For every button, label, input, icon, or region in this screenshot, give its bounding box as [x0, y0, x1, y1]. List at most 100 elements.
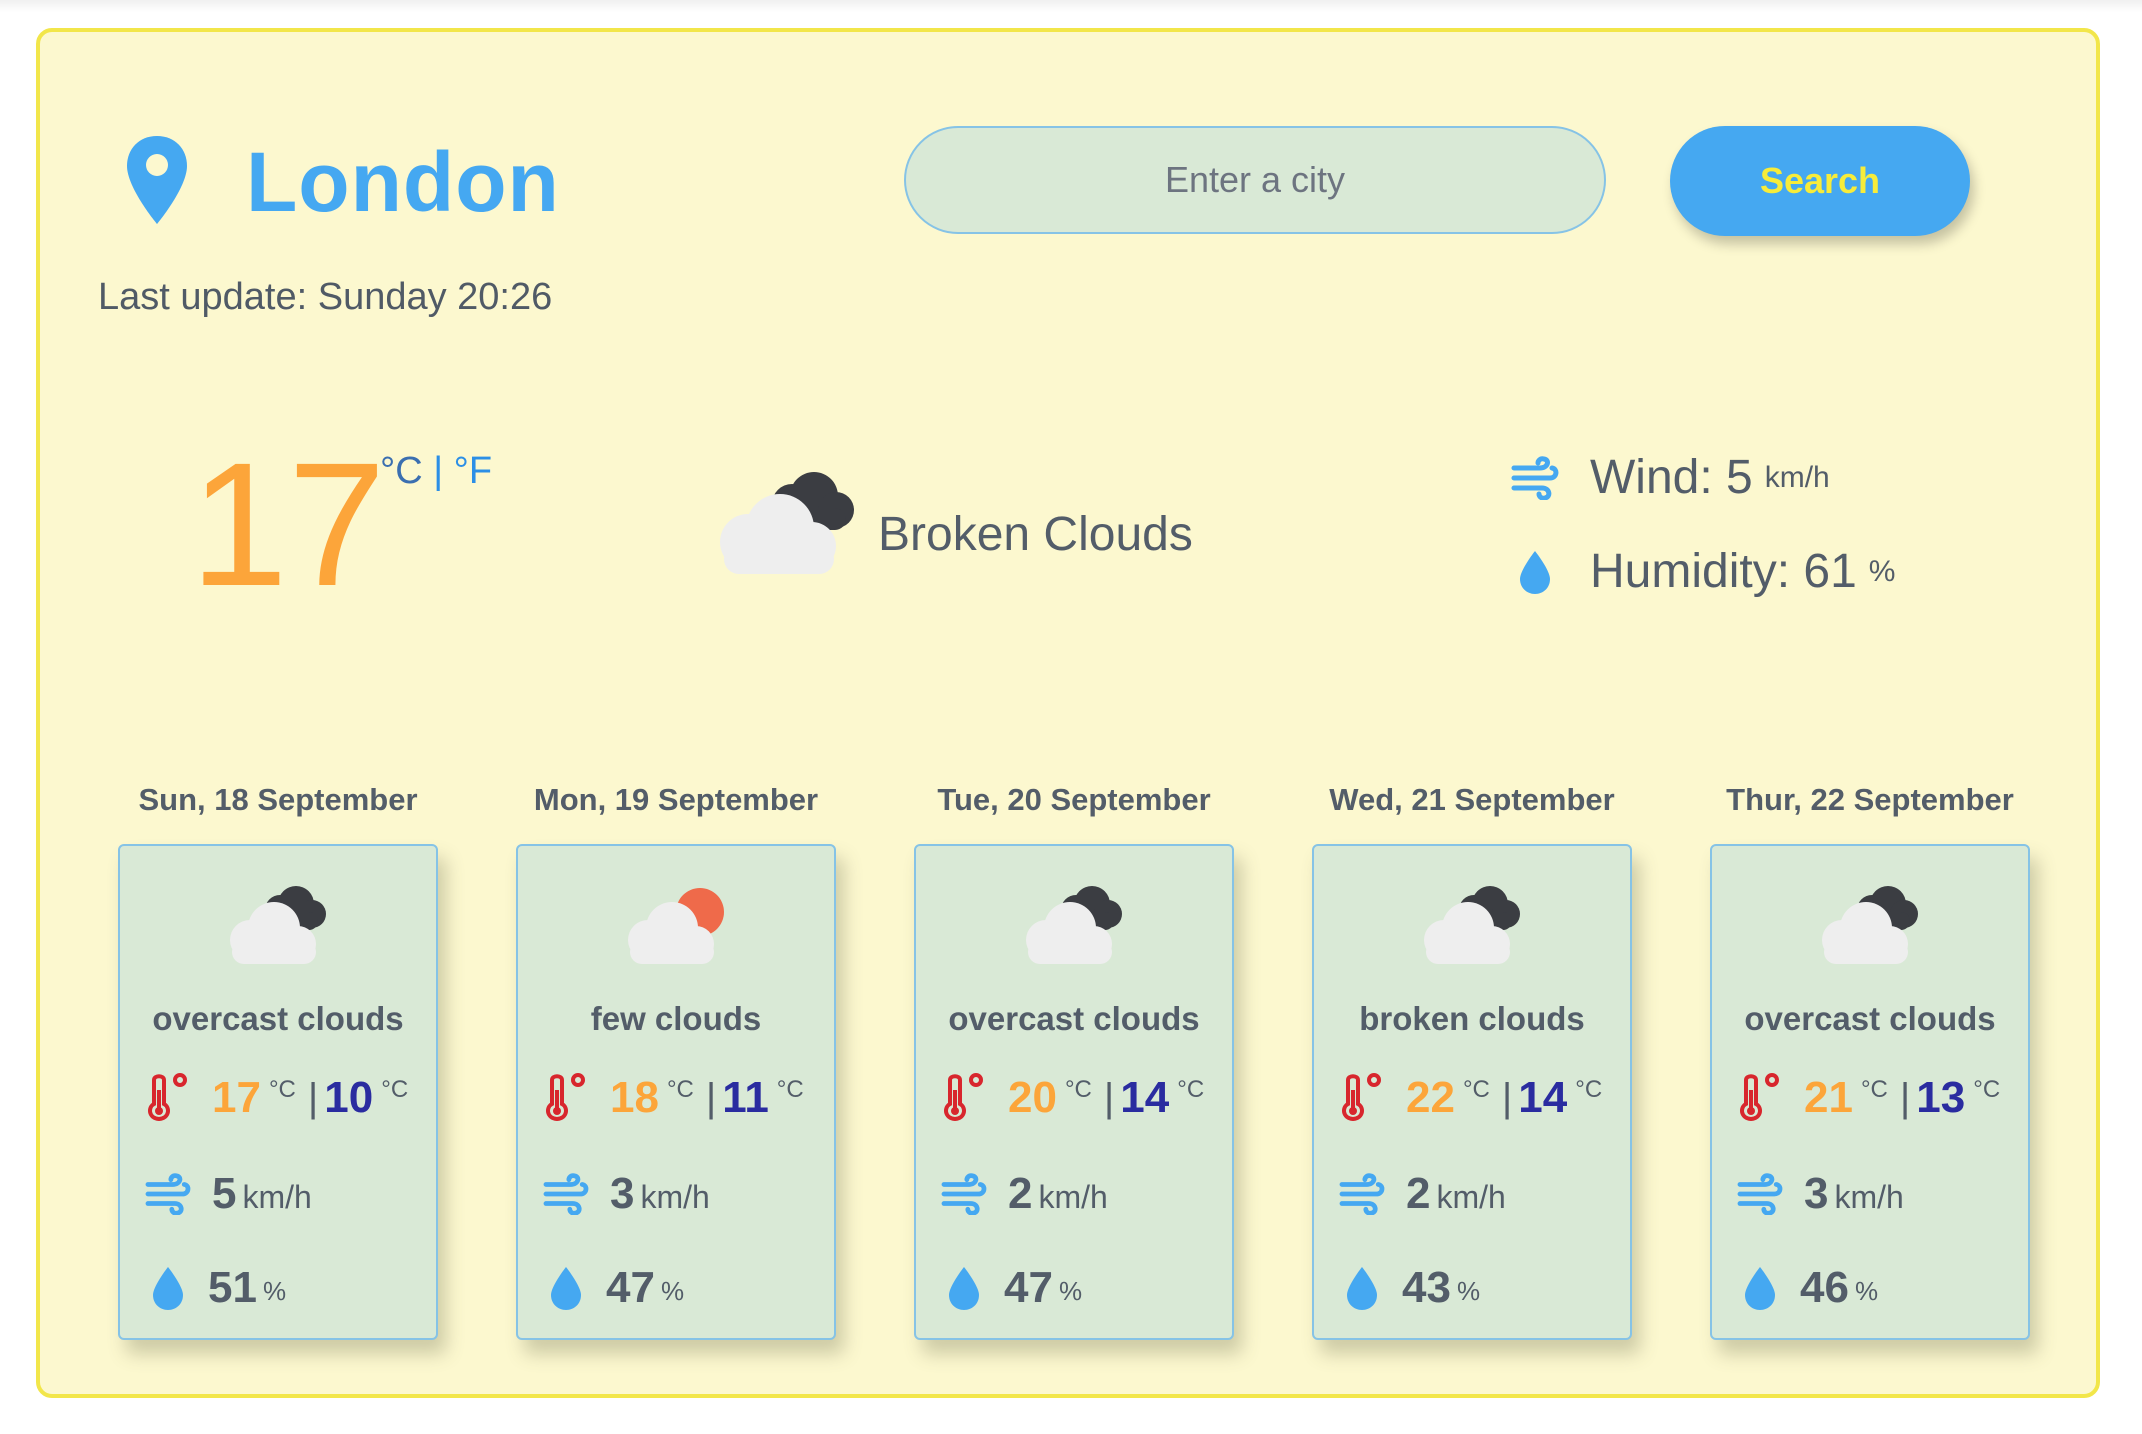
humidity-drop-icon: [1347, 1267, 1377, 1310]
forecast-temperatures: 17 °C | 10 °C: [144, 1068, 414, 1128]
forecast-wind-unit: km/h: [1038, 1178, 1108, 1215]
forecast-humidity-unit: %: [660, 1275, 685, 1306]
forecast-description: broken clouds: [1359, 1000, 1585, 1037]
forecast-min-unit: °C: [776, 1076, 804, 1103]
forecast-wind-value: 3: [1804, 1169, 1829, 1218]
unit-separator: |: [433, 450, 444, 492]
forecast-temperatures: 20 °C | 14 °C: [940, 1068, 1210, 1128]
wind-icon: [1339, 1173, 1385, 1215]
forecast-humidity-unit: %: [262, 1275, 287, 1306]
thermometer-icon: [944, 1073, 983, 1122]
thermometer-icon: [148, 1073, 187, 1122]
forecast-description: few clouds: [590, 1000, 762, 1037]
forecast-date: Thur, 22 September: [1726, 782, 2014, 817]
top-edge: [0, 0, 2142, 12]
current-humidity: Humidity: 61 %: [1510, 544, 1895, 599]
forecast-description: overcast clouds: [948, 1000, 1200, 1037]
humidity-drop-icon: [1745, 1267, 1775, 1310]
forecast-temperatures: 22 °C | 14 °C: [1338, 1068, 1608, 1128]
forecast-date: Mon, 19 September: [533, 782, 819, 817]
forecast-wind: 3 km/h: [542, 1164, 710, 1224]
broken-clouds-icon: [720, 472, 854, 574]
overcast-clouds-icon: [230, 886, 326, 964]
forecast-min-temp: 11: [722, 1073, 769, 1122]
humidity-drop-icon: [551, 1267, 581, 1310]
forecast-min-temp: 14: [1120, 1073, 1170, 1122]
forecast-max-temp: 18: [610, 1073, 659, 1122]
forecast-max-temp: 22: [1406, 1073, 1455, 1122]
thermometer-icon: [1740, 1073, 1779, 1122]
forecast-description: overcast clouds: [1744, 1000, 1996, 1037]
humidity-drop-icon: [949, 1267, 979, 1310]
forecast-max-temp: 17: [212, 1073, 261, 1122]
forecast-max-unit: °C: [268, 1076, 296, 1103]
forecast-humidity-unit: %: [1854, 1275, 1879, 1306]
forecast-max-unit: °C: [1064, 1076, 1092, 1103]
forecast-humidity: 46 %: [1736, 1258, 1878, 1318]
wind-icon: [543, 1173, 589, 1215]
wind-icon: [145, 1173, 191, 1215]
forecast-humidity: 47 %: [940, 1258, 1082, 1318]
forecast-wind-value: 5: [212, 1169, 237, 1218]
forecast-card: overcast clouds 20 °C | 14 °C 2 km/h 47 …: [914, 844, 1234, 1340]
forecast-max-temp: 20: [1008, 1073, 1057, 1122]
city-name: London: [246, 134, 560, 229]
weather-app: London Search Last update: Sunday 20:26 …: [36, 28, 2100, 1398]
forecast-min-temp: 10: [324, 1073, 374, 1122]
last-update-text: Last update: Sunday 20:26: [98, 276, 553, 318]
forecast-humidity-value: 47: [606, 1263, 655, 1312]
forecast-max-unit: °C: [1860, 1076, 1888, 1103]
forecast-wind-unit: km/h: [1834, 1178, 1904, 1215]
forecast-wind-unit: km/h: [1436, 1178, 1506, 1215]
forecast-wind: 5 km/h: [144, 1164, 312, 1224]
unit-switch: °C | °F: [380, 450, 492, 493]
forecast-wind: 2 km/h: [1338, 1164, 1506, 1224]
forecast-card: overcast clouds 17 °C | 10 °C 5 km/h 51 …: [118, 844, 438, 1340]
forecast-wind: 3 km/h: [1736, 1164, 1904, 1224]
forecast-wind-value: 2: [1406, 1169, 1431, 1218]
forecast-wind-value: 3: [610, 1169, 635, 1218]
forecast-wind: 2 km/h: [940, 1164, 1108, 1224]
current-humidity-label: Humidity: 61: [1590, 545, 1857, 598]
forecast-temperatures: 21 °C | 13 °C: [1736, 1068, 2006, 1128]
thermometer-icon: [1342, 1073, 1381, 1122]
forecast-min-temp: 13: [1916, 1073, 1966, 1122]
forecast-wind-unit: km/h: [242, 1178, 312, 1215]
forecast-temp-separator: |: [1501, 1075, 1513, 1120]
current-wind: Wind: 5 km/h: [1510, 450, 1830, 505]
forecast-humidity-unit: %: [1456, 1275, 1481, 1306]
current-wind-unit: km/h: [1764, 460, 1830, 494]
forecast-temp-separator: |: [1899, 1075, 1911, 1120]
celsius-link[interactable]: °C: [380, 450, 423, 492]
forecast-humidity: 47 %: [542, 1258, 684, 1318]
overcast-clouds-icon: [1026, 886, 1122, 964]
forecast-max-temp: 21: [1804, 1073, 1853, 1122]
current-wind-label: Wind: 5: [1590, 451, 1753, 504]
wind-icon: [1737, 1173, 1783, 1215]
humidity-drop-icon: [1520, 550, 1550, 594]
forecast-humidity-unit: %: [1058, 1275, 1083, 1306]
forecast-date: Wed, 21 September: [1329, 782, 1615, 817]
forecast-humidity: 51 %: [144, 1258, 286, 1318]
forecast-temp-separator: |: [705, 1075, 717, 1120]
forecast-temperatures: 18 °C | 11 °C: [542, 1068, 810, 1128]
forecast-min-unit: °C: [1973, 1076, 2001, 1103]
humidity-drop-icon: [153, 1267, 183, 1310]
location-pin-icon: [127, 136, 187, 224]
forecast-min-unit: °C: [1177, 1076, 1205, 1103]
forecast-card: overcast clouds 21 °C | 13 °C 3 km/h 46 …: [1710, 844, 2030, 1340]
forecast-max-unit: °C: [666, 1076, 694, 1103]
forecast-date: Sun, 18 September: [138, 782, 418, 817]
city-search-input[interactable]: [904, 126, 1606, 234]
forecast-min-unit: °C: [1575, 1076, 1603, 1103]
forecast-min-temp: 14: [1518, 1073, 1568, 1122]
fahrenheit-link[interactable]: °F: [454, 450, 492, 492]
forecast-humidity: 43 %: [1338, 1258, 1480, 1318]
forecast-temp-separator: |: [307, 1075, 319, 1120]
current-condition: Broken Clouds: [878, 508, 1193, 561]
forecast-description: overcast clouds: [152, 1000, 404, 1037]
forecast-humidity-value: 43: [1402, 1263, 1451, 1312]
current-temperature: 17: [190, 427, 386, 623]
search-button[interactable]: Search: [1670, 126, 1970, 236]
forecast-humidity-value: 46: [1800, 1263, 1849, 1312]
